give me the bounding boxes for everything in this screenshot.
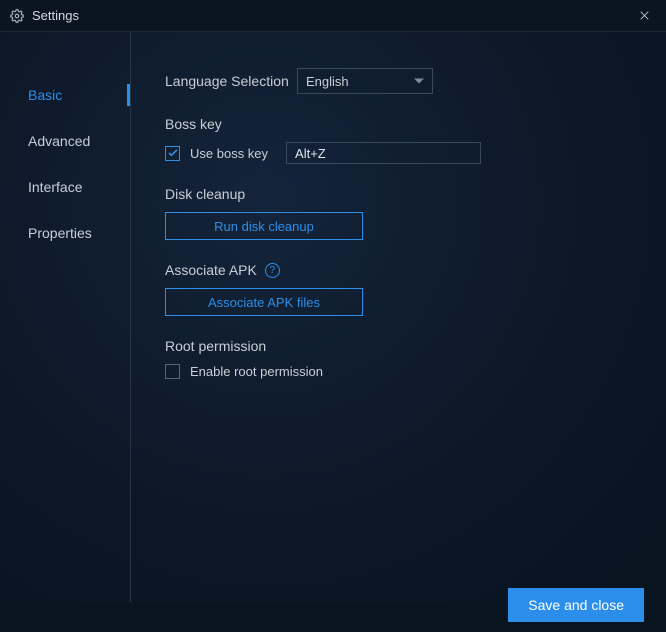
root-row: Enable root permission <box>165 364 636 379</box>
language-row: Language Selection English <box>165 68 636 94</box>
root-checkbox[interactable] <box>165 364 180 379</box>
bosskey-hotkey-input[interactable] <box>286 142 481 164</box>
content-area: Basic Advanced Interface Properties Lang… <box>0 32 666 602</box>
tab-properties[interactable]: Properties <box>0 210 130 256</box>
root-title: Root permission <box>165 338 636 354</box>
button-label: Associate APK files <box>208 295 320 310</box>
tab-label: Basic <box>28 87 62 103</box>
main-panel: Language Selection English Boss key Use … <box>131 32 666 602</box>
bosskey-section: Boss key Use boss key <box>165 116 636 164</box>
associate-title: Associate APK <box>165 262 257 278</box>
bosskey-checkbox-label: Use boss key <box>190 146 268 161</box>
help-icon[interactable]: ? <box>265 263 280 278</box>
language-label: Language Selection <box>165 73 297 89</box>
associate-apk-button[interactable]: Associate APK files <box>165 288 363 316</box>
root-checkbox-label: Enable root permission <box>190 364 323 379</box>
tab-interface[interactable]: Interface <box>0 164 130 210</box>
cleanup-section: Disk cleanup Run disk cleanup <box>165 186 636 240</box>
bosskey-title: Boss key <box>165 116 636 132</box>
close-icon[interactable] <box>632 4 656 28</box>
cleanup-title: Disk cleanup <box>165 186 636 202</box>
language-value: English <box>306 74 349 89</box>
associate-section: Associate APK ? Associate APK files <box>165 262 636 316</box>
save-close-button[interactable]: Save and close <box>508 588 644 622</box>
root-section: Root permission Enable root permission <box>165 338 636 379</box>
window-title: Settings <box>32 8 79 23</box>
language-select[interactable]: English <box>297 68 433 94</box>
bosskey-row: Use boss key <box>165 142 636 164</box>
tab-advanced[interactable]: Advanced <box>0 118 130 164</box>
tab-label: Interface <box>28 179 82 195</box>
tab-label: Advanced <box>28 133 90 149</box>
footer: Save and close <box>0 602 666 632</box>
chevron-down-icon <box>414 79 424 84</box>
button-label: Run disk cleanup <box>214 219 314 234</box>
button-label: Save and close <box>528 597 624 613</box>
title-bar: Settings <box>0 0 666 32</box>
tab-label: Properties <box>28 225 92 241</box>
sidebar: Basic Advanced Interface Properties <box>0 32 131 602</box>
tab-basic[interactable]: Basic <box>0 72 130 118</box>
bosskey-checkbox[interactable] <box>165 146 180 161</box>
run-cleanup-button[interactable]: Run disk cleanup <box>165 212 363 240</box>
gear-icon <box>10 9 24 23</box>
